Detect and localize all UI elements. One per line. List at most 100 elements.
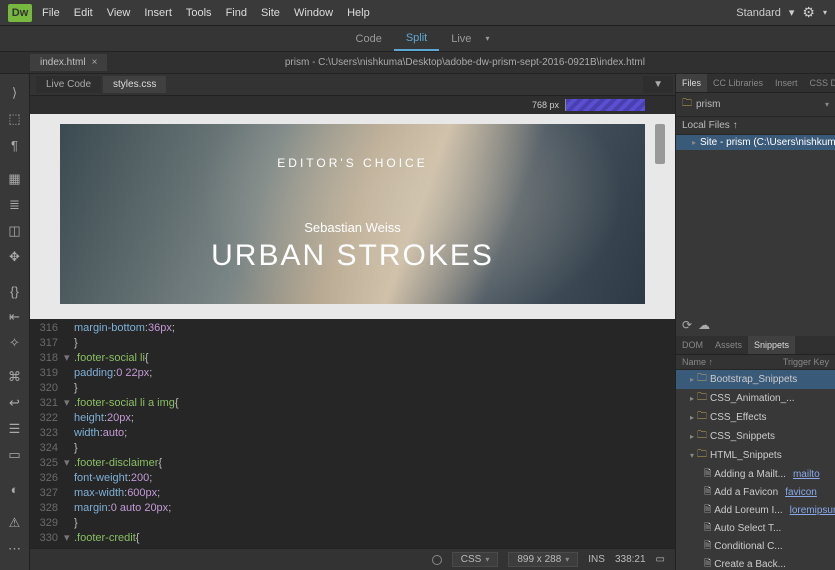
panel-tab-cc-libraries[interactable]: CC Libraries [707, 74, 769, 92]
preview-icon[interactable]: ▭ [0, 442, 29, 468]
workspace-switcher[interactable]: Standard [736, 7, 781, 19]
chevron-icon[interactable]: ▸ [690, 375, 694, 384]
menu-window[interactable]: Window [294, 7, 333, 19]
text-icon[interactable]: ¶ [0, 132, 29, 158]
snippet-item[interactable]: 🗎Add a Faviconfavicon [676, 483, 835, 501]
site-root-item[interactable]: ▸ Site - prism (C:\Users\nishkuma\D [676, 135, 835, 150]
document-tab[interactable]: index.html × [30, 54, 107, 71]
chevron-icon[interactable]: ▾ [690, 451, 694, 460]
comment-icon[interactable]: ☰ [0, 416, 29, 442]
menu-tools[interactable]: Tools [186, 7, 212, 19]
language-selector[interactable]: CSS ▾ [452, 552, 499, 567]
site-selector[interactable]: 🗀 prism ▾ [676, 93, 835, 117]
snippet-item[interactable]: 🗎Create a Back... [676, 555, 835, 570]
snippet-folder[interactable]: ▸🗀CSS_Snippets [676, 427, 835, 446]
code-line[interactable]: 328 margin: 0 auto 20px; [32, 501, 675, 516]
chevron-right-icon[interactable]: ▸ [692, 138, 696, 147]
error-indicator-icon[interactable] [432, 555, 442, 565]
panel-tab-css-designer[interactable]: CSS Designer [804, 74, 835, 92]
brackets-icon[interactable]: {} [0, 278, 29, 304]
snippet-trigger: loremipsum [790, 505, 835, 516]
chevron-icon[interactable]: ▸ [690, 394, 694, 403]
folder-icon: 🗀 [697, 409, 707, 426]
live-preview[interactable]: EDITOR'S CHOICE Sebastian Weiss URBAN ST… [30, 114, 675, 319]
local-files-header[interactable]: Local Files ↑ [676, 117, 835, 135]
code-line[interactable]: 326 font-weight: 200; [32, 471, 675, 486]
viewport-size[interactable]: 899 x 288 ▾ [508, 552, 578, 567]
media-query-bar[interactable] [565, 99, 645, 111]
code-editor[interactable]: 316 margin-bottom: 36px;317 }318▾ .foote… [30, 319, 675, 548]
panel-tab-snippets[interactable]: Snippets [748, 336, 795, 354]
close-icon[interactable]: × [92, 57, 98, 68]
chevron-icon[interactable]: ▸ [690, 432, 694, 441]
code-line[interactable]: 329 } [32, 516, 675, 531]
code-line[interactable]: 316 margin-bottom: 36px; [32, 321, 675, 336]
chevron-icon[interactable]: ▸ [690, 413, 694, 422]
warning-icon[interactable]: ⚠ [0, 510, 29, 536]
refresh-icon[interactable]: ⟳ [682, 318, 692, 332]
code-line[interactable]: 331 font-weight: 200; [32, 546, 675, 548]
view-tab-code[interactable]: Code [344, 28, 394, 50]
code-line[interactable]: 322 height: 20px; [32, 411, 675, 426]
code-line[interactable]: 324 } [32, 441, 675, 456]
code-line[interactable]: 330▾ .footer-credit { [32, 531, 675, 546]
filter-icon[interactable]: ▼ [643, 76, 673, 93]
wrap-icon[interactable]: ↩ [0, 390, 29, 416]
menu-site[interactable]: Site [261, 7, 280, 19]
crop-icon[interactable]: ◫ [0, 218, 29, 244]
expand-panel-icon[interactable]: ⟩ [0, 80, 29, 106]
sub-tab-livecode[interactable]: Live Code [36, 76, 101, 93]
snippet-item[interactable]: 🗎Auto Select T... [676, 519, 835, 537]
col-trigger[interactable]: Trigger Key [783, 357, 829, 367]
menu-edit[interactable]: Edit [74, 7, 93, 19]
code-line[interactable]: 320 } [32, 381, 675, 396]
panel-tab-assets[interactable]: Assets [709, 336, 748, 354]
gear-icon[interactable]: ⚙ [802, 4, 815, 21]
layout-icon[interactable]: ▦ [0, 166, 29, 192]
chevron-down-icon[interactable]: ▾ [789, 6, 795, 19]
snippet-folder[interactable]: ▾🗀HTML_Snippets [676, 446, 835, 465]
snippet-label: Add a Favicon [714, 487, 778, 498]
code-line[interactable]: 321▾ .footer-social li a img { [32, 396, 675, 411]
menu-help[interactable]: Help [347, 7, 370, 19]
panel-tab-files[interactable]: Files [676, 74, 707, 92]
snippet-item[interactable]: 🗎Adding a Mailt...mailto [676, 465, 835, 483]
insert-mode[interactable]: INS [588, 554, 605, 565]
col-name[interactable]: Name ↑ [682, 357, 713, 367]
panel-tab-dom[interactable]: DOM [676, 336, 709, 354]
move-icon[interactable]: ✥ [0, 244, 29, 270]
code-line[interactable]: 327 max-width: 600px; [32, 486, 675, 501]
menu-insert[interactable]: Insert [144, 7, 172, 19]
color-icon[interactable]: ◐ [0, 476, 29, 502]
list-icon[interactable]: ≣ [0, 192, 29, 218]
chevron-down-icon[interactable]: ▾ [823, 8, 827, 17]
snippet-folder[interactable]: ▸🗀CSS_Animation_... [676, 389, 835, 408]
menu-file[interactable]: File [42, 7, 60, 19]
code-line[interactable]: 317 } [32, 336, 675, 351]
outdent-icon[interactable]: ⇤ [0, 304, 29, 330]
code-icon[interactable]: ⌘ [0, 364, 29, 390]
sub-tab-stylescss[interactable]: styles.css [103, 76, 166, 93]
code-line[interactable]: 325▾ .footer-disclaimer { [32, 456, 675, 471]
view-tab-live[interactable]: Live [439, 28, 483, 50]
scrollbar-thumb[interactable] [655, 124, 665, 164]
snippet-item[interactable]: 🗎Conditional C... [676, 537, 835, 555]
snippet-item[interactable]: 🗎Add Loreum I...loremipsum [676, 501, 835, 519]
menu-find[interactable]: Find [226, 7, 247, 19]
overflow-icon[interactable]: ▭ [656, 554, 665, 565]
snippet-folder[interactable]: ▸🗀Bootstrap_Snippets [676, 370, 835, 389]
menu-view[interactable]: View [107, 7, 131, 19]
snippets-tree[interactable]: ▸🗀Bootstrap_Snippets▸🗀CSS_Animation_...▸… [676, 370, 835, 570]
chevron-down-icon[interactable]: ▾ [825, 100, 829, 109]
live-dropdown-icon[interactable]: ▾ [483, 29, 491, 48]
code-line[interactable]: 318▾ .footer-social li { [32, 351, 675, 366]
panel-tab-insert[interactable]: Insert [769, 74, 804, 92]
more-icon[interactable]: ⋯ [0, 536, 29, 562]
code-line[interactable]: 319 padding: 0 22px; [32, 366, 675, 381]
code-line[interactable]: 323 width: auto; [32, 426, 675, 441]
view-tab-split[interactable]: Split [394, 27, 439, 51]
wand-icon[interactable]: ✧ [0, 330, 29, 356]
cloud-icon[interactable]: ☁ [698, 318, 710, 332]
snippet-folder[interactable]: ▸🗀CSS_Effects [676, 408, 835, 427]
dom-icon[interactable]: ⬚ [0, 106, 29, 132]
